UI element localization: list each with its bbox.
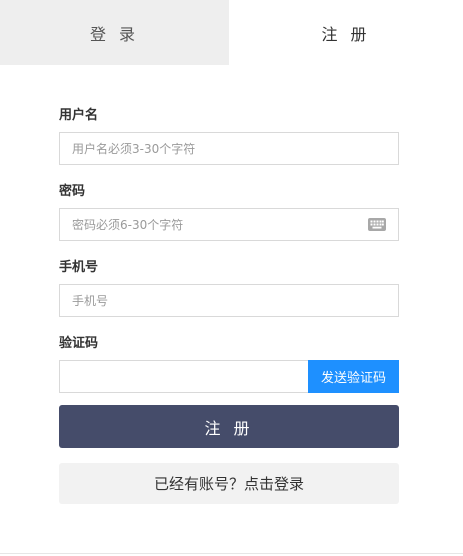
- login-link-button[interactable]: 已经有账号？点击登录: [59, 463, 399, 504]
- phone-group: 手机号: [59, 258, 399, 317]
- keyboard-icon[interactable]: [368, 218, 386, 231]
- password-group: 密码: [59, 182, 399, 241]
- tab-login[interactable]: 登 录: [0, 0, 229, 65]
- code-group: 验证码 发送验证码: [59, 334, 399, 393]
- register-button[interactable]: 注 册: [59, 405, 399, 448]
- auth-tabs: 登 录 注 册: [0, 0, 463, 65]
- password-input[interactable]: [60, 209, 398, 240]
- register-page: 登 录 注 册 用户名 密码: [0, 0, 463, 556]
- username-label: 用户名: [59, 108, 99, 123]
- send-code-button[interactable]: 发送验证码: [308, 360, 399, 393]
- phone-input[interactable]: [60, 285, 398, 316]
- phone-field-box: [59, 284, 399, 317]
- password-label: 密码: [59, 184, 86, 199]
- username-field-box: [59, 132, 399, 165]
- code-label: 验证码: [59, 336, 99, 351]
- phone-label: 手机号: [59, 260, 99, 275]
- tab-register[interactable]: 注 册: [229, 0, 463, 65]
- code-field-box: [59, 360, 309, 393]
- code-row: 发送验证码: [59, 360, 399, 393]
- username-input[interactable]: [60, 133, 398, 164]
- verification-code-input[interactable]: [60, 361, 309, 392]
- password-field-box: [59, 208, 399, 241]
- bottom-divider: [0, 553, 463, 554]
- username-group: 用户名: [59, 106, 399, 165]
- register-form: 用户名 密码: [59, 106, 399, 410]
